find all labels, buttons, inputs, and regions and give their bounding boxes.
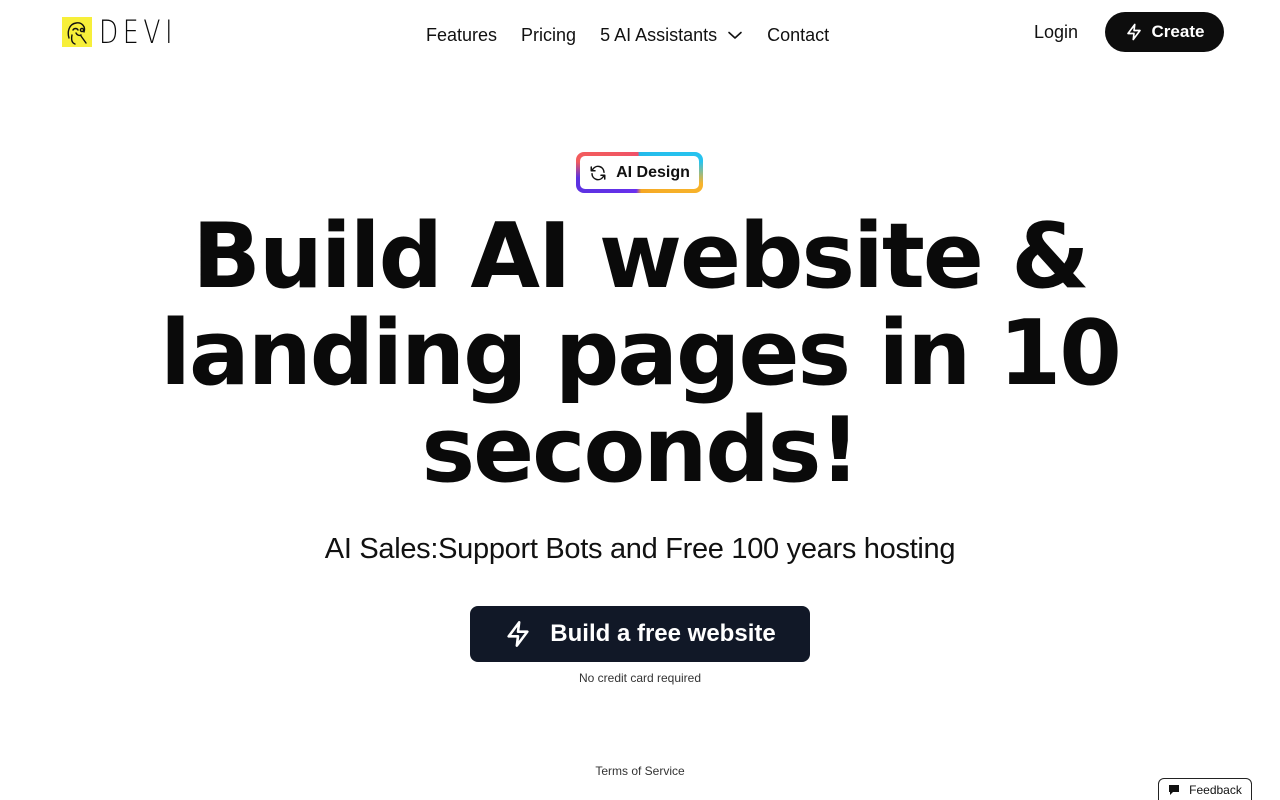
site-header: DEVI Features Pricing 5 AI Assistants Co… <box>0 0 1280 64</box>
no-credit-card-note: No credit card required <box>578 671 702 685</box>
nav-features[interactable]: Features <box>426 22 497 48</box>
create-button-label: Create <box>1151 22 1205 41</box>
badge-label: AI Design <box>616 163 690 181</box>
main-nav: Features Pricing 5 AI Assistants Contact <box>426 22 829 48</box>
devi-logo[interactable]: DEVI <box>62 16 199 48</box>
hero-subtitle: AI Sales:Support Bots and Free 100 years… <box>324 533 956 565</box>
logo-face-icon <box>62 17 92 47</box>
nav-contact[interactable]: Contact <box>767 22 829 48</box>
hero-title: Build AI website & landing pages in 10 s… <box>160 204 1122 503</box>
ai-design-badge: AI Design <box>576 152 703 193</box>
build-free-website-button[interactable]: Build a free website <box>470 606 810 662</box>
terms-of-service-link[interactable]: Terms of Service <box>540 762 740 780</box>
ai-design-badge-inner: AI Design <box>580 156 699 189</box>
feedback-label: Feedback <box>1189 783 1242 797</box>
bolt-icon <box>507 621 529 647</box>
bolt-icon <box>1126 23 1141 41</box>
chevron-down-icon <box>728 31 742 39</box>
nav-ai-assistants-label: 5 AI Assistants <box>600 25 718 45</box>
cta-label: Build a free website <box>550 620 776 647</box>
create-button[interactable]: Create <box>1105 12 1224 52</box>
feedback-tab[interactable]: Feedback <box>1158 778 1252 800</box>
nav-ai-assistants-dropdown[interactable]: 5 AI Assistants <box>600 22 743 48</box>
refresh-icon <box>590 165 606 180</box>
logo-text: DEVI <box>99 13 178 51</box>
login-link[interactable]: Login <box>1034 19 1078 45</box>
nav-pricing[interactable]: Pricing <box>521 22 576 48</box>
chat-bubble-icon <box>1169 785 1180 795</box>
